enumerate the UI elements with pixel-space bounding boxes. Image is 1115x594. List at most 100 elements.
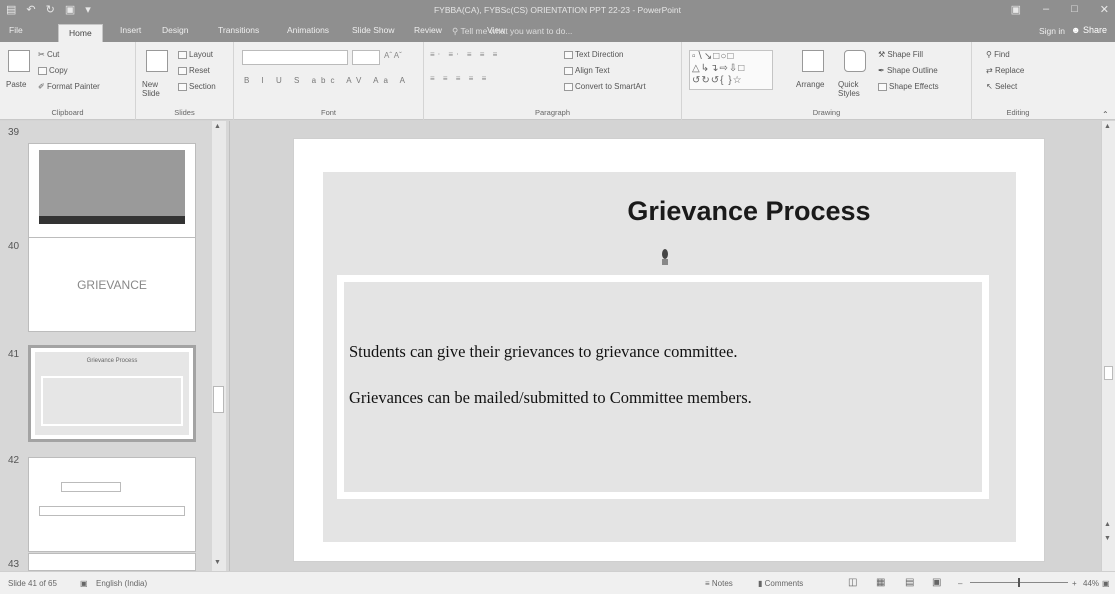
close-icon[interactable]: ✕ <box>1100 3 1109 16</box>
bullet-text: Grievances can be mailed/submitted to Co… <box>349 388 752 407</box>
zoom-level[interactable]: 44% <box>1083 579 1099 588</box>
reading-view-icon[interactable]: ▤ <box>905 577 914 588</box>
next-slide-icon[interactable]: ▼ <box>1104 535 1111 542</box>
prev-slide-icon[interactable]: ▲ <box>1104 521 1111 528</box>
shape-fill-button[interactable]: ⚒ Shape Fill <box>878 50 923 59</box>
magnifier-icon: ⚲ <box>986 50 995 59</box>
shapes-gallery[interactable]: ▫∖↘□○□ △↳↴⇨⇩□ ↺↻↺{ }☆ <box>689 50 773 90</box>
new-slide-icon[interactable] <box>146 50 168 72</box>
tab-transitions[interactable]: Transitions <box>218 25 259 35</box>
replace-button[interactable]: ⇄ Replace <box>986 66 1024 75</box>
fit-to-window-icon[interactable]: ▣ <box>1102 579 1110 588</box>
scroll-thumb[interactable] <box>1104 366 1113 380</box>
zoom-out-icon[interactable]: – <box>958 579 962 588</box>
ribbon-display-icon[interactable]: ▣ <box>1011 3 1021 16</box>
find-button[interactable]: ⚲ Find <box>986 50 1010 59</box>
current-slide[interactable]: Grievance Process Students can give thei… <box>293 138 1045 562</box>
thumb-number: 43 <box>8 559 20 570</box>
font-label: Font <box>320 108 336 117</box>
scroll-down-icon[interactable]: ▼ <box>214 559 221 566</box>
thumbnail-content-box <box>41 376 183 426</box>
zoom-slider[interactable] <box>970 578 1068 587</box>
shape-effects-button[interactable]: Shape Effects <box>878 82 939 91</box>
new-slide-button[interactable]: New Slide <box>142 80 172 98</box>
tab-insert[interactable]: Insert <box>120 25 141 35</box>
align-text-icon <box>564 66 573 75</box>
status-bar: Slide 41 of 65 ▣ English (India) ≡ Notes… <box>0 571 1115 594</box>
thumbnail-image <box>39 150 185 224</box>
arrange-icon[interactable] <box>802 50 824 72</box>
smartart-button[interactable]: Convert to SmartArt <box>564 82 646 91</box>
shape-outline-button[interactable]: ✒ Shape Outline <box>878 66 938 75</box>
quick-styles-button[interactable]: Quick Styles <box>838 80 870 98</box>
quick-styles-icon[interactable] <box>844 50 866 72</box>
zoom-in-icon[interactable]: + <box>1072 579 1077 588</box>
section-button[interactable]: Section <box>178 82 216 91</box>
restore-icon[interactable]: □ <box>1071 3 1078 16</box>
tab-animations[interactable]: Animations <box>287 25 329 35</box>
format-painter-button[interactable]: ✐ Format Painter <box>38 82 100 91</box>
notes-button[interactable]: ≡ Notes <box>705 579 733 588</box>
brush-icon: ✐ <box>38 82 47 91</box>
slide-sorter-icon[interactable]: ▦ <box>876 577 885 588</box>
language-indicator[interactable]: English (India) <box>96 579 147 588</box>
zoom-slider-knob[interactable] <box>1018 578 1020 587</box>
slide-scrollbar[interactable]: ▲ ▲ ▼ <box>1101 121 1115 571</box>
pen-icon: ✒ <box>878 66 887 75</box>
text-direction-icon <box>564 50 573 59</box>
slide-thumbnail-39[interactable] <box>28 143 196 238</box>
arrange-button[interactable]: Arrange <box>796 80 824 89</box>
thumbnail-banner <box>39 216 185 224</box>
person-icon: ☻ <box>1070 25 1083 35</box>
paste-icon[interactable] <box>8 50 30 72</box>
cut-button[interactable]: ✂ Cut <box>38 50 59 59</box>
scissors-icon: ✂ <box>38 50 47 59</box>
collapse-ribbon-icon[interactable]: ⌃ <box>1102 110 1109 119</box>
ribbon: Paste ✂ Cut Copy ✐ Format Painter Clipbo… <box>0 42 1115 120</box>
font-name-combo[interactable] <box>242 50 348 65</box>
font-format-buttons[interactable]: B I U S abc AV Aa A <box>244 76 410 85</box>
slide-thumbnail-41[interactable]: Grievance Process <box>28 345 196 442</box>
copy-button[interactable]: Copy <box>38 66 68 75</box>
tab-design[interactable]: Design <box>162 25 188 35</box>
cut-label: Cut <box>46 50 60 59</box>
text-direction-button[interactable]: Text Direction <box>564 50 623 59</box>
list-buttons[interactable]: ≡⋅ ≡⋅ ≡ ≡ ≡ <box>430 50 500 59</box>
tab-home[interactable]: Home <box>58 24 103 43</box>
tab-file[interactable]: File <box>9 25 23 35</box>
grow-font-icon[interactable]: Aˆ Aˇ <box>384 51 402 60</box>
tell-me-search[interactable]: ⚲ Tell me what you want to do... <box>452 26 572 37</box>
share-button[interactable]: ☻ Share <box>1071 25 1107 35</box>
layout-label: Layout <box>189 50 214 59</box>
minimize-icon[interactable]: – <box>1043 3 1049 16</box>
tab-slide-show[interactable]: Slide Show <box>352 25 395 35</box>
slideshow-icon[interactable]: ▣ <box>932 577 941 588</box>
thumbnail-scrollbar[interactable]: ▲ ▼ <box>212 121 226 571</box>
paste-button[interactable]: Paste <box>6 80 26 89</box>
paragraph-group: ≡⋅ ≡⋅ ≡ ≡ ≡ ≡ ≡ ≡ ≡ ≡ Text Direction Ali… <box>424 42 682 120</box>
scroll-up-icon[interactable]: ▲ <box>1104 123 1111 130</box>
scroll-up-icon[interactable]: ▲ <box>214 123 221 130</box>
window-controls: ▣ – □ ✕ <box>1011 3 1109 16</box>
document-title: FYBBA(CA), FYBSc(CS) ORIENTATION PPT 22-… <box>433 5 682 15</box>
slide-thumbnail-40[interactable]: GRIEVANCE <box>28 237 196 332</box>
layout-button[interactable]: Layout <box>178 50 213 59</box>
select-label: Select <box>994 82 1018 91</box>
font-size-combo[interactable] <box>352 50 380 65</box>
reset-button[interactable]: Reset <box>178 66 210 75</box>
scroll-thumb[interactable] <box>213 386 224 413</box>
slide-title[interactable]: Grievance Process <box>294 196 1044 227</box>
content-placeholder[interactable]: Students can give their grievances to gr… <box>337 275 989 499</box>
align-text-button[interactable]: Align Text <box>564 66 610 75</box>
sign-in-link[interactable]: Sign in <box>1039 26 1065 36</box>
align-buttons[interactable]: ≡ ≡ ≡ ≡ ≡ <box>430 74 489 83</box>
select-button[interactable]: ↖ Select <box>986 82 1017 91</box>
slide-thumbnail-42[interactable] <box>28 457 196 552</box>
normal-view-icon[interactable]: ◫ <box>848 577 857 588</box>
section-icon <box>178 82 187 91</box>
spell-check-icon[interactable]: ▣ <box>80 579 88 588</box>
tab-review[interactable]: Review <box>414 25 442 35</box>
comments-button[interactable]: ▮ Comments <box>758 579 803 588</box>
font-group: Aˆ Aˇ B I U S abc AV Aa A Font <box>234 42 424 120</box>
slide-thumbnail-43[interactable] <box>28 553 196 571</box>
